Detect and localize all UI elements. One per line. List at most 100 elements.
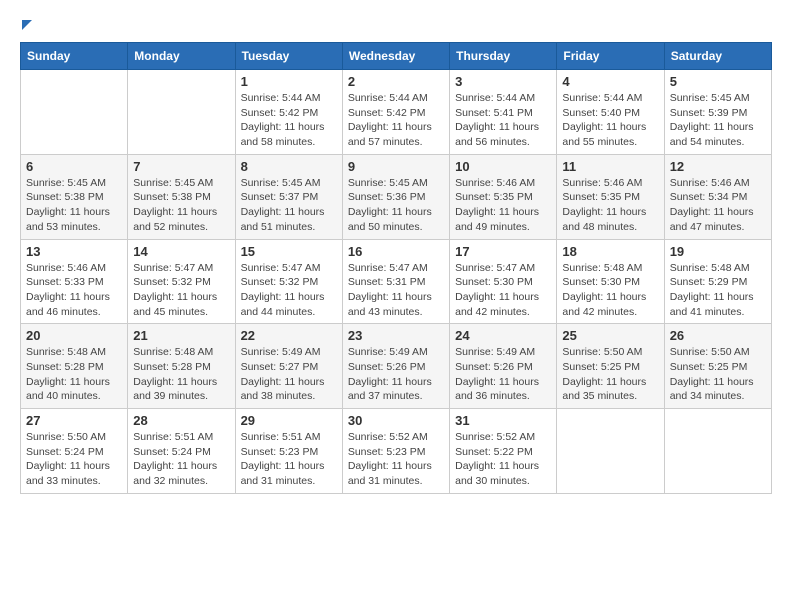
day-number: 20	[26, 328, 122, 343]
calendar-week-5: 27 Sunrise: 5:50 AMSunset: 5:24 PMDayligh…	[21, 409, 772, 494]
day-detail: Sunrise: 5:44 AMSunset: 5:42 PMDaylight:…	[241, 91, 337, 150]
calendar-cell: 7 Sunrise: 5:45 AMSunset: 5:38 PMDaylight…	[128, 154, 235, 239]
day-number: 9	[348, 159, 444, 174]
day-number: 18	[562, 244, 658, 259]
calendar-header-friday: Friday	[557, 43, 664, 70]
day-number: 15	[241, 244, 337, 259]
day-detail: Sunrise: 5:52 AMSunset: 5:22 PMDaylight:…	[455, 430, 551, 489]
calendar-cell: 25 Sunrise: 5:50 AMSunset: 5:25 PMDayligh…	[557, 324, 664, 409]
calendar-cell: 27 Sunrise: 5:50 AMSunset: 5:24 PMDayligh…	[21, 409, 128, 494]
calendar-cell: 14 Sunrise: 5:47 AMSunset: 5:32 PMDayligh…	[128, 239, 235, 324]
day-detail: Sunrise: 5:47 AMSunset: 5:32 PMDaylight:…	[241, 261, 337, 320]
calendar-cell: 18 Sunrise: 5:48 AMSunset: 5:30 PMDayligh…	[557, 239, 664, 324]
calendar-cell	[21, 70, 128, 155]
day-detail: Sunrise: 5:51 AMSunset: 5:23 PMDaylight:…	[241, 430, 337, 489]
day-number: 3	[455, 74, 551, 89]
day-number: 31	[455, 413, 551, 428]
day-detail: Sunrise: 5:46 AMSunset: 5:35 PMDaylight:…	[455, 176, 551, 235]
day-detail: Sunrise: 5:52 AMSunset: 5:23 PMDaylight:…	[348, 430, 444, 489]
day-number: 11	[562, 159, 658, 174]
calendar-cell: 3 Sunrise: 5:44 AMSunset: 5:41 PMDaylight…	[450, 70, 557, 155]
day-number: 8	[241, 159, 337, 174]
calendar-cell: 10 Sunrise: 5:46 AMSunset: 5:35 PMDayligh…	[450, 154, 557, 239]
day-number: 28	[133, 413, 229, 428]
day-detail: Sunrise: 5:45 AMSunset: 5:36 PMDaylight:…	[348, 176, 444, 235]
day-detail: Sunrise: 5:49 AMSunset: 5:26 PMDaylight:…	[348, 345, 444, 404]
calendar-cell: 5 Sunrise: 5:45 AMSunset: 5:39 PMDaylight…	[664, 70, 771, 155]
calendar-header-wednesday: Wednesday	[342, 43, 449, 70]
day-detail: Sunrise: 5:51 AMSunset: 5:24 PMDaylight:…	[133, 430, 229, 489]
calendar-header-tuesday: Tuesday	[235, 43, 342, 70]
day-number: 2	[348, 74, 444, 89]
day-detail: Sunrise: 5:46 AMSunset: 5:35 PMDaylight:…	[562, 176, 658, 235]
day-detail: Sunrise: 5:49 AMSunset: 5:27 PMDaylight:…	[241, 345, 337, 404]
calendar-week-1: 1 Sunrise: 5:44 AMSunset: 5:42 PMDaylight…	[21, 70, 772, 155]
day-number: 21	[133, 328, 229, 343]
calendar-cell	[128, 70, 235, 155]
calendar-cell: 11 Sunrise: 5:46 AMSunset: 5:35 PMDayligh…	[557, 154, 664, 239]
day-detail: Sunrise: 5:45 AMSunset: 5:39 PMDaylight:…	[670, 91, 766, 150]
page-header	[20, 20, 772, 34]
calendar-header-sunday: Sunday	[21, 43, 128, 70]
day-number: 7	[133, 159, 229, 174]
day-detail: Sunrise: 5:48 AMSunset: 5:28 PMDaylight:…	[26, 345, 122, 404]
calendar-cell: 22 Sunrise: 5:49 AMSunset: 5:27 PMDayligh…	[235, 324, 342, 409]
day-detail: Sunrise: 5:45 AMSunset: 5:38 PMDaylight:…	[133, 176, 229, 235]
day-number: 1	[241, 74, 337, 89]
calendar-week-2: 6 Sunrise: 5:45 AMSunset: 5:38 PMDaylight…	[21, 154, 772, 239]
day-detail: Sunrise: 5:46 AMSunset: 5:34 PMDaylight:…	[670, 176, 766, 235]
day-number: 26	[670, 328, 766, 343]
logo	[20, 20, 32, 34]
calendar-cell: 23 Sunrise: 5:49 AMSunset: 5:26 PMDayligh…	[342, 324, 449, 409]
day-detail: Sunrise: 5:47 AMSunset: 5:32 PMDaylight:…	[133, 261, 229, 320]
day-number: 16	[348, 244, 444, 259]
day-detail: Sunrise: 5:45 AMSunset: 5:37 PMDaylight:…	[241, 176, 337, 235]
calendar-cell: 28 Sunrise: 5:51 AMSunset: 5:24 PMDayligh…	[128, 409, 235, 494]
day-detail: Sunrise: 5:48 AMSunset: 5:30 PMDaylight:…	[562, 261, 658, 320]
day-number: 10	[455, 159, 551, 174]
calendar-week-4: 20 Sunrise: 5:48 AMSunset: 5:28 PMDayligh…	[21, 324, 772, 409]
day-detail: Sunrise: 5:49 AMSunset: 5:26 PMDaylight:…	[455, 345, 551, 404]
day-number: 6	[26, 159, 122, 174]
day-detail: Sunrise: 5:47 AMSunset: 5:31 PMDaylight:…	[348, 261, 444, 320]
calendar-table: SundayMondayTuesdayWednesdayThursdayFrid…	[20, 42, 772, 494]
calendar-cell: 30 Sunrise: 5:52 AMSunset: 5:23 PMDayligh…	[342, 409, 449, 494]
calendar-header-saturday: Saturday	[664, 43, 771, 70]
day-number: 29	[241, 413, 337, 428]
day-detail: Sunrise: 5:50 AMSunset: 5:24 PMDaylight:…	[26, 430, 122, 489]
day-detail: Sunrise: 5:48 AMSunset: 5:28 PMDaylight:…	[133, 345, 229, 404]
day-number: 13	[26, 244, 122, 259]
day-detail: Sunrise: 5:50 AMSunset: 5:25 PMDaylight:…	[670, 345, 766, 404]
calendar-cell: 29 Sunrise: 5:51 AMSunset: 5:23 PMDayligh…	[235, 409, 342, 494]
day-number: 24	[455, 328, 551, 343]
calendar-cell: 2 Sunrise: 5:44 AMSunset: 5:42 PMDaylight…	[342, 70, 449, 155]
day-number: 22	[241, 328, 337, 343]
calendar-cell: 16 Sunrise: 5:47 AMSunset: 5:31 PMDayligh…	[342, 239, 449, 324]
day-number: 4	[562, 74, 658, 89]
calendar-cell	[664, 409, 771, 494]
day-detail: Sunrise: 5:44 AMSunset: 5:41 PMDaylight:…	[455, 91, 551, 150]
day-detail: Sunrise: 5:44 AMSunset: 5:40 PMDaylight:…	[562, 91, 658, 150]
calendar-cell	[557, 409, 664, 494]
day-number: 12	[670, 159, 766, 174]
calendar-cell: 1 Sunrise: 5:44 AMSunset: 5:42 PMDaylight…	[235, 70, 342, 155]
day-number: 30	[348, 413, 444, 428]
day-number: 14	[133, 244, 229, 259]
day-detail: Sunrise: 5:44 AMSunset: 5:42 PMDaylight:…	[348, 91, 444, 150]
calendar-cell: 19Sunrise: 5:48 AMSunset: 5:29 PMDayligh…	[664, 239, 771, 324]
calendar-cell: 8 Sunrise: 5:45 AMSunset: 5:37 PMDaylight…	[235, 154, 342, 239]
day-number: 23	[348, 328, 444, 343]
day-detail: Sunrise: 5:50 AMSunset: 5:25 PMDaylight:…	[562, 345, 658, 404]
calendar-cell: 17Sunrise: 5:47 AMSunset: 5:30 PMDayligh…	[450, 239, 557, 324]
day-number: 5	[670, 74, 766, 89]
day-number: 19	[670, 244, 766, 259]
calendar-cell: 4 Sunrise: 5:44 AMSunset: 5:40 PMDaylight…	[557, 70, 664, 155]
calendar-header-thursday: Thursday	[450, 43, 557, 70]
calendar-cell: 20 Sunrise: 5:48 AMSunset: 5:28 PMDayligh…	[21, 324, 128, 409]
calendar-cell: 13Sunrise: 5:46 AMSunset: 5:33 PMDayligh…	[21, 239, 128, 324]
day-number: 27	[26, 413, 122, 428]
day-number: 25	[562, 328, 658, 343]
calendar-cell: 26 Sunrise: 5:50 AMSunset: 5:25 PMDayligh…	[664, 324, 771, 409]
calendar-cell: 9 Sunrise: 5:45 AMSunset: 5:36 PMDaylight…	[342, 154, 449, 239]
calendar-week-3: 13Sunrise: 5:46 AMSunset: 5:33 PMDayligh…	[21, 239, 772, 324]
